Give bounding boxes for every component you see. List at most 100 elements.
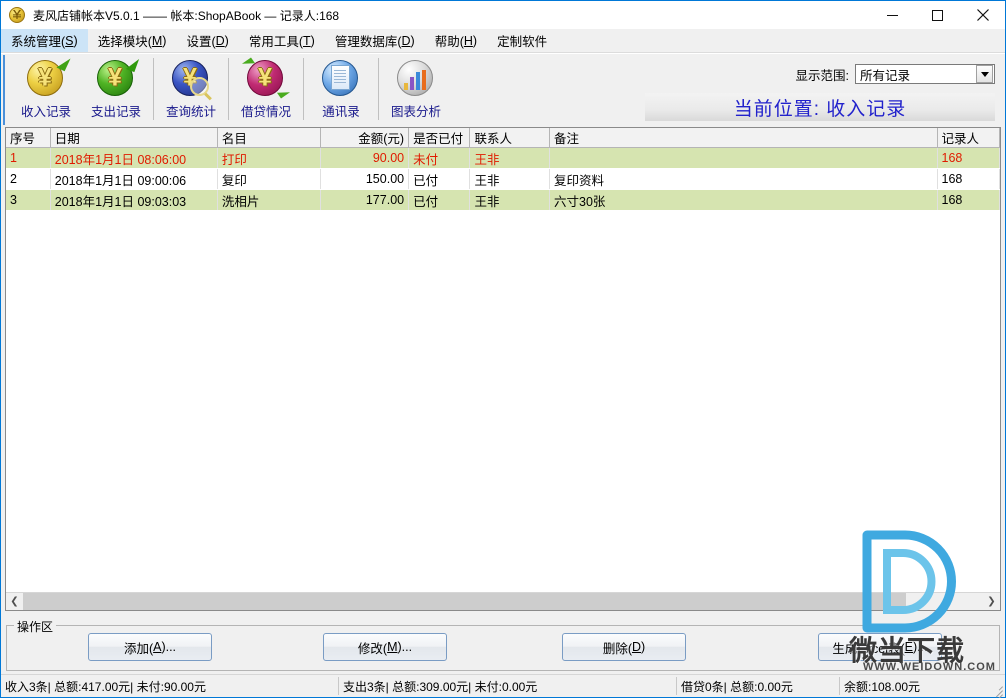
cell-paid: 未付 <box>408 147 471 169</box>
cell-author: 168 <box>937 168 1000 190</box>
cell-paid: 已付 <box>408 189 471 211</box>
title-bar: 麦风店铺帐本V5.0.1 —— 帐本:ShopABook — 记录人:168 <box>1 1 1005 29</box>
export-excel-button-tail: )... <box>912 640 928 654</box>
menu-item-database[interactable]: 管理数据库(D) <box>325 29 425 52</box>
status-expense: 支出3条| 总额:309.00元| 未付:0.00元 <box>338 677 676 695</box>
cell-amount: 150.00 <box>320 168 410 190</box>
display-range-select[interactable]: 所有记录 <box>855 64 995 84</box>
menu-accel-modules: M <box>151 33 163 48</box>
menu-item-system[interactable]: 系统管理(S) <box>1 29 88 52</box>
records-grid: 序号 日期 名目 金额(元) 是否已付 联系人 备注 记录人 1 2018年1月… <box>5 127 1001 611</box>
cell-paid: 已付 <box>408 168 471 190</box>
minimize-button[interactable] <box>870 1 915 29</box>
cell-author: 168 <box>937 189 1000 211</box>
close-button[interactable] <box>960 1 1005 29</box>
menu-item-settings[interactable]: 设置(D) <box>176 29 238 52</box>
scrollbar-track[interactable] <box>23 593 983 610</box>
toolbar-button-expense[interactable]: ¥ 支出记录 <box>81 55 151 121</box>
edit-button-text: 修改( <box>357 641 388 656</box>
menu-item-custom-software[interactable]: 定制软件 <box>487 29 557 52</box>
menu-label-settings-tail: ) <box>224 33 229 48</box>
menu-label-custom-software: 定制软件 <box>497 35 548 49</box>
cell-contact: 王非 <box>469 189 550 211</box>
delete-button-accel: D <box>631 640 642 654</box>
cell-seq: 3 <box>6 189 51 211</box>
chevron-down-icon[interactable] <box>976 65 993 83</box>
menu-item-modules[interactable]: 选择模块(M) <box>88 29 177 52</box>
application-window: 麦风店铺帐本V5.0.1 —— 帐本:ShopABook — 记录人:168 系… <box>0 0 1006 698</box>
delete-button-tail: ) <box>641 640 646 654</box>
table-row[interactable]: 1 2018年1月1日 08:06:00 打印 90.00 未付 王非 168 <box>6 147 1000 169</box>
display-range-value: 所有记录 <box>860 68 911 83</box>
column-header-amount[interactable]: 金额(元) <box>320 128 410 148</box>
delete-button[interactable]: 删除(D) <box>562 633 686 661</box>
toolbar-button-contacts[interactable]: 通讯录 <box>306 55 376 121</box>
menu-item-help[interactable]: 帮助(H) <box>425 29 487 52</box>
toolbar-label-expense: 支出记录 <box>90 105 141 119</box>
toolbar-label-chart: 图表分析 <box>390 105 441 119</box>
grid-horizontal-scrollbar[interactable]: ❮ ❯ <box>6 592 1000 610</box>
column-header-date[interactable]: 日期 <box>50 128 218 148</box>
cell-item: 打印 <box>217 147 321 169</box>
toolbar-separator <box>153 58 154 120</box>
window-controls <box>870 1 1005 29</box>
export-excel-button-text: 生成Excel表( <box>832 641 905 656</box>
menu-label-tools-text: 常用工具( <box>248 35 303 49</box>
edit-button[interactable]: 修改(M)... <box>323 633 447 661</box>
menu-label-help-text: 帮助( <box>434 35 464 49</box>
display-range-label: 显示范围: <box>795 68 849 83</box>
operations-button-row: 添加(A)... 修改(M)... 删除(D) 生成Excel表(E)... <box>6 633 1000 661</box>
column-header-item[interactable]: 名目 <box>217 128 321 148</box>
cell-date: 2018年1月1日 08:06:00 <box>50 147 218 169</box>
menu-item-tools[interactable]: 常用工具(T) <box>239 29 325 52</box>
menu-label-system-tail: ) <box>73 33 78 48</box>
menu-label-modules-tail: ) <box>162 33 167 48</box>
column-header-seq[interactable]: 序号 <box>6 128 51 148</box>
toolbar-label-contacts: 通讯录 <box>322 105 360 119</box>
menu-label-database-tail: ) <box>410 33 415 48</box>
chevron-right-icon[interactable]: ❯ <box>983 593 1000 610</box>
column-header-note[interactable]: 备注 <box>549 128 938 148</box>
cell-item: 洗相片 <box>217 189 321 211</box>
toolbar-button-strip: ¥ 收入记录 ¥ 支出记录 ¥ 查询统计 ¥ 借贷情况 通讯录 图表分析 <box>3 54 451 125</box>
display-range-row: 显示范围: 所有记录 <box>645 64 995 84</box>
column-header-paid[interactable]: 是否已付 <box>408 128 471 148</box>
cell-contact: 王非 <box>469 168 550 190</box>
toolbar-separator <box>228 58 229 120</box>
status-balance: 余额:108.00元 <box>839 677 1005 695</box>
bar-chart-icon <box>395 57 437 99</box>
toolbar-button-query[interactable]: ¥ 查询统计 <box>156 55 226 121</box>
chevron-left-icon[interactable]: ❮ <box>6 593 23 610</box>
cell-amount: 90.00 <box>320 147 410 169</box>
grid-empty-area <box>6 211 1000 592</box>
cell-note <box>549 147 938 169</box>
toolbar-separator <box>378 58 379 120</box>
records-table: 序号 日期 名目 金额(元) 是否已付 联系人 备注 记录人 1 2018年1月… <box>6 128 1000 211</box>
toolbar-label-loan: 借贷情况 <box>240 105 291 119</box>
add-button-tail: )... <box>161 640 177 654</box>
resize-grip-icon[interactable] <box>989 682 1003 698</box>
menu-accel-tools: T <box>303 33 311 48</box>
maximize-button[interactable] <box>915 1 960 29</box>
export-excel-button-accel: E <box>904 640 913 654</box>
toolbar-button-income[interactable]: ¥ 收入记录 <box>11 54 81 121</box>
window-title: 麦风店铺帐本V5.0.1 —— 帐本:ShopABook — 记录人:168 <box>33 8 340 23</box>
toolbar-button-loan[interactable]: ¥ 借贷情况 <box>231 55 301 121</box>
table-row[interactable]: 3 2018年1月1日 09:03:03 洗相片 177.00 已付 王非 六寸… <box>6 189 1000 211</box>
cell-amount: 177.00 <box>320 189 410 211</box>
add-button-text: 添加( <box>123 641 154 656</box>
edit-button-tail: )... <box>397 640 413 654</box>
table-row[interactable]: 2 2018年1月1日 09:00:06 复印 150.00 已付 王非 复印资… <box>6 168 1000 190</box>
toolbar-button-chart[interactable]: 图表分析 <box>381 55 451 121</box>
menu-accel-help: H <box>463 33 473 48</box>
add-button[interactable]: 添加(A)... <box>88 633 212 661</box>
column-header-author[interactable]: 记录人 <box>937 128 1000 148</box>
toolbar-right-panel: 显示范围: 所有记录 当前位置: 收入记录 <box>645 64 995 121</box>
menu-accel-settings: D <box>215 33 225 48</box>
pink-yen-cycle-icon: ¥ <box>241 57 291 99</box>
column-header-contact[interactable]: 联系人 <box>469 128 550 148</box>
export-excel-button[interactable]: 生成Excel表(E)... <box>818 633 942 661</box>
toolbar: ¥ 收入记录 ¥ 支出记录 ¥ 查询统计 ¥ 借贷情况 通讯录 图表分析 显示范… <box>1 53 1005 127</box>
edit-button-accel: M <box>387 640 398 654</box>
scrollbar-thumb[interactable] <box>23 593 907 610</box>
